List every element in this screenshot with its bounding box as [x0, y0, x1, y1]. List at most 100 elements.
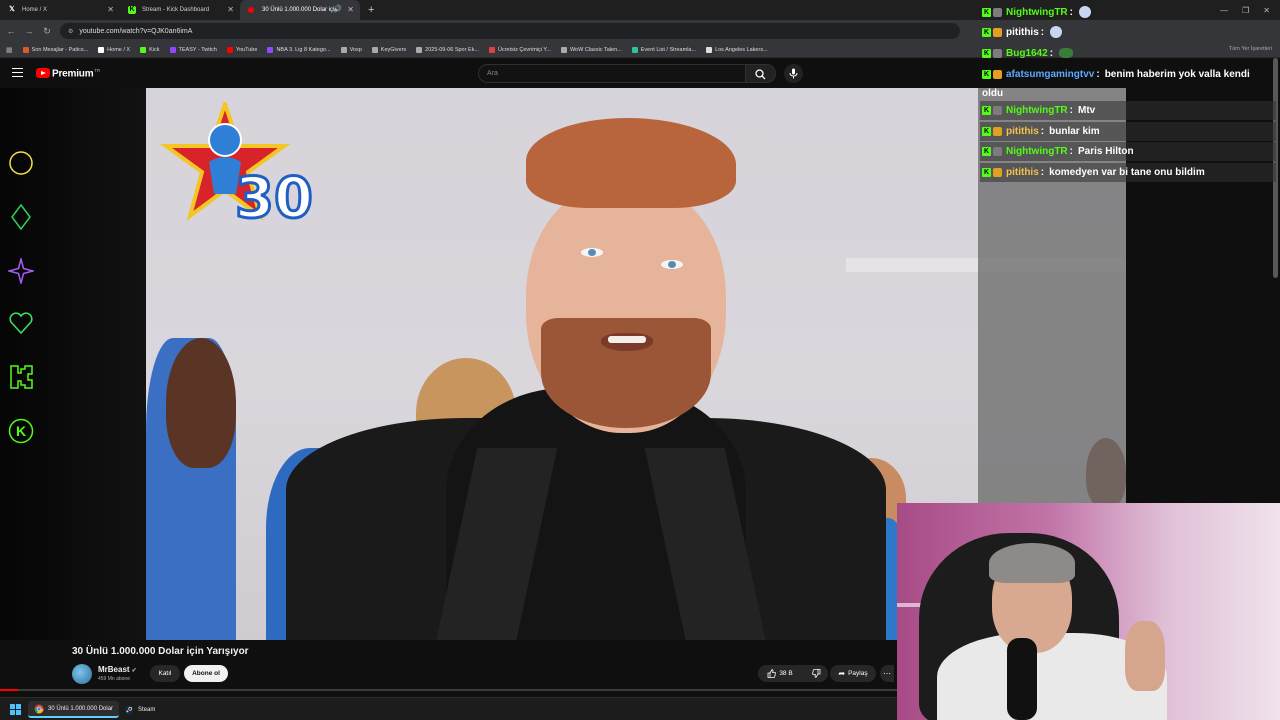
all-bookmarks-link[interactable]: Tüm Yer İşaretleri — [1229, 46, 1272, 52]
chat-separator: : — [1069, 104, 1073, 116]
bookmark-item[interactable]: 2025-09-06 Spor Ek... — [416, 46, 479, 53]
speaker-icon[interactable]: 🔊 — [333, 5, 342, 13]
chat-username[interactable]: NightwingTR — [1006, 146, 1068, 157]
like-button[interactable]: 38 B — [758, 665, 802, 682]
back-icon[interactable]: ← — [4, 26, 18, 36]
chat-message: K NightwingTR : Mtv — [982, 102, 1095, 118]
new-tab-button[interactable]: + — [368, 4, 374, 16]
bookmark-item[interactable]: Los Angeles Lakers... — [706, 46, 768, 53]
like-dislike-group: 38 B — [758, 665, 828, 682]
close-window-icon[interactable]: ✕ — [1263, 6, 1270, 15]
bookmark-label: Son Mesajlar - Patics... — [31, 46, 89, 53]
voice-search-button[interactable] — [784, 64, 803, 83]
tab-youtube-video[interactable]: 30 Ünlü 1.000.000 Dolar için 🔊 ✕ — [240, 0, 360, 20]
close-icon[interactable]: ✕ — [347, 5, 354, 14]
bookmark-item[interactable]: NBA 3. Lig 8 Katego... — [267, 46, 331, 53]
chat-username[interactable]: NightwingTR — [1006, 105, 1068, 116]
maximize-icon[interactable]: ❐ — [1242, 6, 1249, 15]
channel-name[interactable]: MrBeast ✔ — [98, 665, 137, 674]
steam-icon — [124, 705, 134, 714]
kick-badge-icon: K — [982, 105, 991, 115]
circle-icon — [9, 151, 33, 175]
bookmark-favicon-icon — [340, 46, 347, 53]
share-icon: ➦ — [838, 669, 846, 678]
windows-start-icon[interactable] — [10, 704, 21, 715]
subscribe-button[interactable]: Abone ol — [184, 665, 228, 682]
streamer-webcam — [897, 503, 1280, 720]
bookmark-item[interactable]: Ücretsiz Çevrimiçi Y... — [488, 46, 551, 53]
youtube-premium-logo[interactable]: PremiumTR — [52, 68, 100, 79]
url-field[interactable]: ⚙ youtube.com/watch?v=QJK0an6imA — [60, 23, 960, 39]
bookmark-item[interactable]: Kick — [140, 46, 160, 53]
taskbar-item-steam[interactable]: Steam — [118, 701, 161, 718]
close-icon[interactable]: ✕ — [107, 5, 114, 14]
channel-avatar[interactable] — [72, 664, 92, 684]
share-label: Paylaş — [848, 670, 868, 677]
bookmark-label: NBA 3. Lig 8 Katego... — [276, 46, 331, 53]
kick-badge-icon: K — [8, 418, 34, 444]
thirty-star-badge: 30 — [160, 102, 314, 232]
bookmark-label: YouTube — [235, 46, 258, 53]
site-info-icon[interactable]: ⚙ — [68, 28, 73, 35]
chat-separator: : — [1040, 26, 1045, 38]
windows-taskbar: 30 Ünlü 1.000.000 Dolar Steam — [0, 697, 897, 720]
bookmark-item[interactable]: Son Mesajlar - Patics... — [22, 46, 89, 53]
kick-badge-icon: K — [982, 146, 991, 156]
bookmark-item[interactable]: Home / X — [98, 46, 130, 53]
youtube-logo-icon[interactable] — [36, 68, 50, 78]
user-badge-icon — [993, 48, 1002, 58]
tab-kick-dashboard[interactable]: K Stream - Kick Dashboard ✕ — [120, 0, 240, 20]
like-count: 38 B — [779, 670, 793, 677]
user-badge-icon — [993, 69, 1002, 79]
bookmark-label: Event List / Streamla... — [640, 46, 697, 53]
menu-icon[interactable] — [12, 68, 23, 77]
more-actions-button[interactable]: ⋯ — [880, 665, 894, 682]
reload-icon[interactable]: ↻ — [40, 26, 54, 37]
bookmark-favicon-icon — [488, 46, 495, 53]
iris — [588, 249, 596, 256]
minimize-icon[interactable]: — — [1220, 6, 1228, 15]
apps-icon[interactable]: ▦ — [6, 46, 13, 54]
kick-badge-icon: K — [982, 126, 991, 136]
search-button[interactable] — [746, 64, 776, 83]
dislike-button[interactable] — [804, 665, 828, 682]
bookmark-item[interactable]: TEASY - Twitch — [169, 46, 217, 53]
chat-username[interactable]: afatsumgamingtvv — [1006, 69, 1094, 80]
chat-username[interactable]: pitithis — [1006, 27, 1039, 38]
window-controls: — ❐ ✕ — [1220, 0, 1280, 20]
search-input[interactable]: Ara — [478, 64, 746, 83]
bookmark-item[interactable]: WoW Classic Talen... — [560, 46, 622, 53]
chat-username[interactable]: Bug1642 — [1006, 48, 1048, 59]
bookmark-favicon-icon — [706, 46, 713, 53]
progress-fill — [0, 689, 18, 691]
bookmark-favicon-icon — [140, 46, 147, 53]
chat-text: Mtv — [1078, 104, 1096, 116]
tab-home-x[interactable]: 𝕏 Home / X ✕ — [0, 0, 120, 20]
user-badge-icon — [993, 126, 1002, 136]
taskbar-item-chrome[interactable]: 30 Ünlü 1.000.000 Dolar — [28, 701, 120, 718]
chat-separator: : — [1069, 6, 1073, 18]
kick-logo-icon — [10, 365, 33, 389]
close-icon[interactable]: ✕ — [227, 5, 234, 14]
bookmark-label: Vosp — [349, 46, 362, 53]
share-button[interactable]: ➦ Paylaş — [830, 665, 876, 682]
x-logo-icon: 𝕏 — [9, 6, 15, 13]
bookmark-item[interactable]: YouTube — [226, 46, 258, 53]
chat-username[interactable]: NightwingTR — [1006, 7, 1068, 18]
bookmark-item[interactable]: Vosp — [340, 46, 362, 53]
bookmark-item[interactable]: Event List / Streamla... — [631, 46, 697, 53]
brand-text: Premium — [52, 68, 94, 80]
video-progress-bar[interactable] — [0, 689, 897, 691]
bookmark-favicon-icon — [267, 46, 274, 53]
sparkle-icon — [8, 258, 34, 284]
tab-label: Home / X — [22, 7, 48, 13]
microphone — [1007, 638, 1037, 720]
host-eye — [661, 260, 683, 269]
face-emote-icon — [1079, 6, 1091, 18]
join-button[interactable]: Katıl — [150, 665, 180, 682]
bookmark-item[interactable]: KeyGivers — [371, 46, 406, 53]
bookmark-label: Los Angeles Lakers... — [715, 46, 768, 53]
chat-username[interactable]: pitithis — [1006, 126, 1039, 137]
forward-icon[interactable]: → — [22, 26, 36, 36]
chat-username[interactable]: pitithis — [1006, 167, 1039, 178]
